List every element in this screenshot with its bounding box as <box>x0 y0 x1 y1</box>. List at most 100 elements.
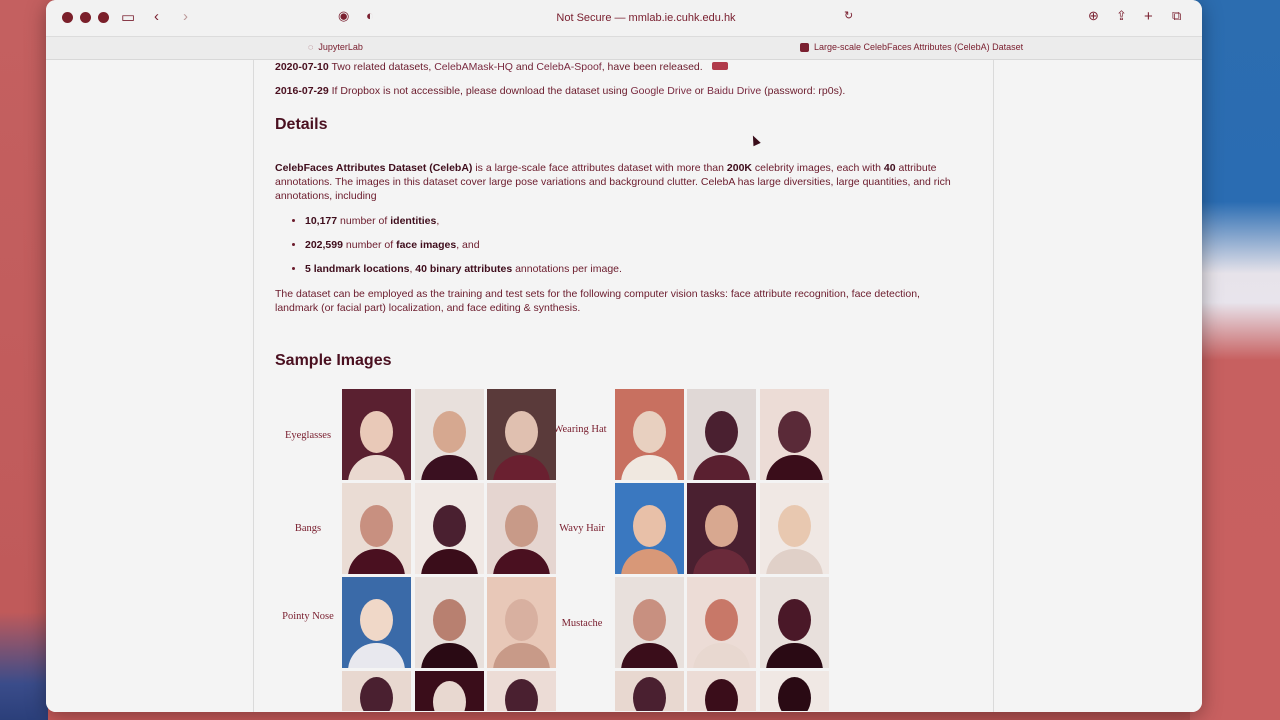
details-heading: Details <box>275 116 328 133</box>
stat-text: number of <box>342 239 397 251</box>
forward-icon[interactable]: › <box>183 8 188 25</box>
stat-value: 5 landmark locations <box>305 263 410 275</box>
row-label-pointy-nose: Pointy Nose <box>282 611 334 622</box>
desktop-background-left <box>0 0 48 720</box>
news-text: or <box>691 85 707 97</box>
window-controls <box>62 12 109 23</box>
sample-image <box>687 671 756 711</box>
news-date: 2016-07-29 <box>275 85 329 97</box>
celeba-spoof-link[interactable]: CelebA-Spoof <box>536 61 601 73</box>
sample-image <box>615 483 684 574</box>
new-badge-icon <box>711 62 728 70</box>
tab-label: Large-scale CelebFaces Attributes (Celeb… <box>814 42 1024 52</box>
close-window-button[interactable] <box>62 12 73 23</box>
sample-images-grid: Eyeglasses Bangs Pointy Nose Wearing Hat… <box>275 389 835 712</box>
back-icon[interactable]: ‹ <box>154 8 159 25</box>
row-label-bangs: Bangs <box>294 523 322 534</box>
sample-image <box>487 389 556 480</box>
stat-tail: , and <box>456 239 480 251</box>
news-item: 2020-07-10 Two related datasets, CelebAM… <box>275 60 728 74</box>
news-text: , have been released. <box>601 61 703 73</box>
browser-toolbar: ▭ ‹ › ◉ ◐ Not Secure — mmlab.ie.cuhk.edu… <box>46 0 1202 37</box>
sample-image <box>415 671 484 711</box>
sample-images-heading: Sample Images <box>275 352 392 369</box>
sample-image <box>760 483 829 574</box>
mouse-cursor-icon <box>749 133 761 147</box>
sample-image <box>415 577 484 668</box>
sample-image <box>615 671 684 711</box>
details-intro: CelebFaces Attributes Dataset (CelebA) i… <box>275 161 955 203</box>
sample-image <box>415 483 484 574</box>
stat-value: 10,177 <box>305 215 338 227</box>
sample-image <box>342 577 411 668</box>
row-label-wearing-hat: Wearing Hat <box>553 424 607 435</box>
stat-label: 40 binary attributes <box>415 263 513 275</box>
page-content: 2020-07-10 Two related datasets, CelebAM… <box>46 60 1202 712</box>
tab-label: JupyterLab <box>318 42 363 52</box>
sample-image <box>415 389 484 480</box>
google-drive-link[interactable]: Google Drive <box>631 85 692 97</box>
sample-image <box>687 389 756 480</box>
row-label-mustache: Mustache <box>561 618 603 629</box>
news-date: 2020-07-10 <box>275 61 329 73</box>
sample-image <box>487 483 556 574</box>
dataset-name: CelebFaces Attributes Dataset (CelebA) <box>275 162 473 174</box>
column-divider <box>993 60 994 712</box>
list-item: 5 landmark locations, 40 binary attribut… <box>305 262 622 276</box>
stat-text: number of <box>337 215 391 227</box>
row-label-eyeglasses: Eyeglasses <box>284 430 332 441</box>
image-count: 200K <box>726 162 752 174</box>
minimize-window-button[interactable] <box>80 12 91 23</box>
celebamask-hq-link[interactable]: CelebAMask-HQ <box>434 61 513 73</box>
sample-image <box>615 389 684 480</box>
attribute-count: 40 <box>883 162 896 174</box>
tab-celeba[interactable]: Large-scale CelebFaces Attributes (Celeb… <box>800 42 1023 52</box>
news-text: (password: rp0s). <box>761 85 846 97</box>
intro-text: celebrity images, each with <box>752 162 884 174</box>
column-divider <box>253 60 254 712</box>
sample-image <box>615 577 684 668</box>
sample-image <box>487 577 556 668</box>
details-closing: The dataset can be employed as the train… <box>275 288 920 314</box>
stat-label: face images <box>396 239 457 251</box>
list-item: 10,177 number of identities, <box>305 214 622 228</box>
stat-label: identities <box>390 215 437 227</box>
sample-image <box>342 389 411 480</box>
stat-tail: annotations per image. <box>512 263 622 275</box>
browser-window: ▭ ‹ › ◉ ◐ Not Secure — mmlab.ie.cuhk.edu… <box>46 0 1202 712</box>
address-bar[interactable]: Not Secure — mmlab.ie.cuhk.edu.hk <box>391 7 901 29</box>
maximize-window-button[interactable] <box>98 12 109 23</box>
sample-image <box>342 483 411 574</box>
stat-tail: , <box>436 215 440 227</box>
intro-text: is a large-scale face attributes dataset… <box>472 162 727 174</box>
list-item: 202,599 number of face images, and <box>305 238 622 252</box>
news-text: If Dropbox is not accessible, please dow… <box>331 85 631 97</box>
sample-image <box>342 671 411 711</box>
stat-value: 202,599 <box>305 239 343 251</box>
sample-image <box>487 671 556 711</box>
downloads-icon[interactable]: ⊕ <box>1088 8 1099 24</box>
privacy-report-icon[interactable]: ◉ <box>338 8 349 24</box>
baidu-drive-link[interactable]: Baidu Drive <box>707 85 761 97</box>
cube-icon <box>800 42 809 52</box>
tab-jupyterlab[interactable]: ◌ JupyterLab <box>308 42 363 52</box>
reload-icon[interactable]: ↻ <box>844 9 853 22</box>
news-text: Two related datasets, <box>331 61 435 73</box>
sample-image <box>687 483 756 574</box>
sample-image <box>760 389 829 480</box>
news-text: and <box>512 61 537 73</box>
sample-image <box>760 671 829 711</box>
tab-overview-icon[interactable]: ⧉ <box>1172 8 1181 24</box>
share-icon[interactable]: ⇪ <box>1116 8 1127 24</box>
sample-image <box>760 577 829 668</box>
new-tab-icon[interactable]: + <box>1144 8 1153 25</box>
news-item: 2016-07-29 If Dropbox is not accessible,… <box>275 84 845 98</box>
row-label-wavy-hair: Wavy Hair <box>559 523 605 534</box>
desktop-background-right <box>1190 0 1280 720</box>
jupyter-icon: ◌ <box>308 42 314 52</box>
tab-bar: ◌ JupyterLab Large-scale CelebFaces Attr… <box>46 37 1202 60</box>
sidebar-toggle-icon[interactable]: ▭ <box>121 8 135 26</box>
stats-list: 10,177 number of identities, 202,599 num… <box>275 214 622 286</box>
sample-image <box>687 577 756 668</box>
reader-shield-icon[interactable]: ◐ <box>366 8 374 23</box>
